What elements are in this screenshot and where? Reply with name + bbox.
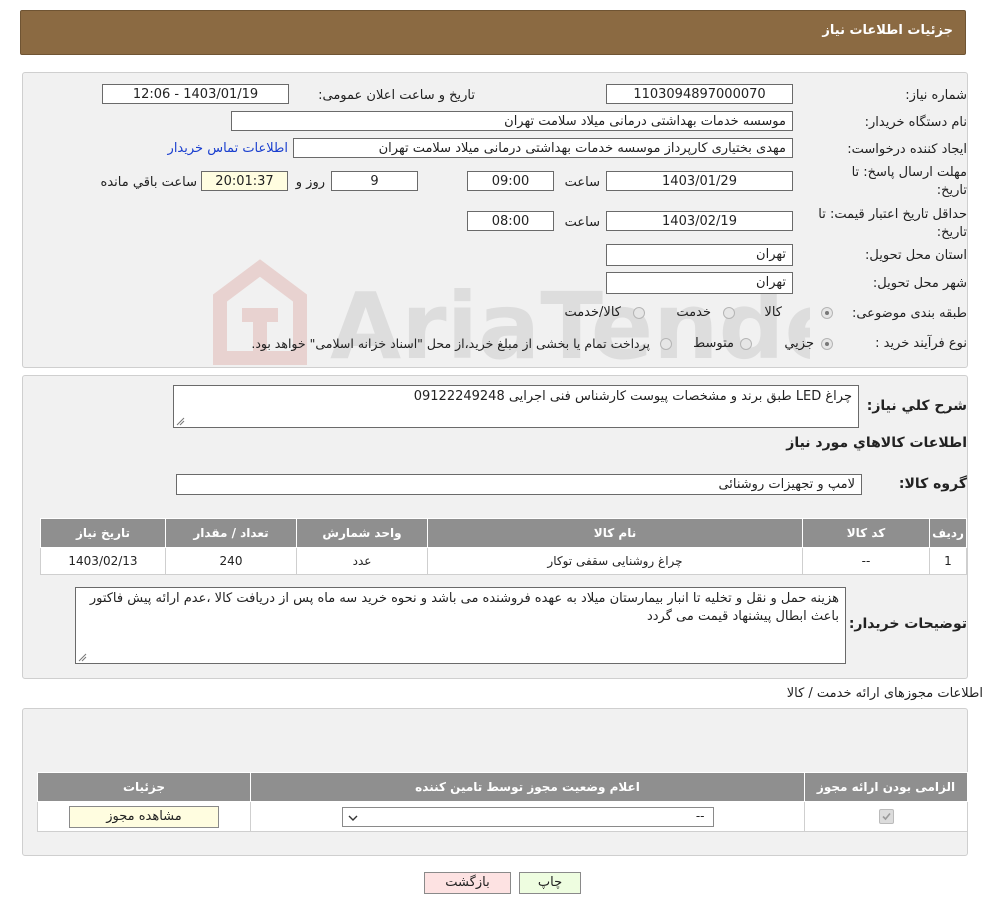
cell-license-details: مشاهده مجوز: [37, 801, 251, 832]
description-textarea[interactable]: چراغ LED طبق برند و مشخصات پیوست کارشناس…: [173, 385, 859, 428]
city-field: تهران: [606, 272, 793, 294]
licenses-table-header: الزامی بودن ارائه مجوز اعلام وضعیت مجوز …: [37, 772, 968, 802]
process-minor-label: جزیي: [784, 336, 814, 351]
deadline-time-field: 09:00: [467, 171, 554, 191]
col-unit: واحد شمارش: [296, 518, 428, 548]
process-minor-radio[interactable]: [821, 338, 833, 350]
process-medium-label: متوسط: [693, 336, 734, 351]
chevron-down-icon: [348, 815, 357, 821]
buyer-notes-text: هزینه حمل و نقل و تخلیه تا انبار بیمارست…: [89, 591, 839, 624]
cell-code: --: [802, 547, 930, 575]
col-code: کد کالا: [802, 518, 930, 548]
col-license-status: اعلام وضعیت مجوز توسط تامین کننده: [250, 772, 805, 802]
announce-date-field: 1403/01/19 - 12:06: [102, 84, 289, 104]
description-label: شرح کلي نیاز:: [866, 398, 967, 414]
days-label: روز و: [295, 175, 325, 190]
goods-table: رديف کد کالا نام کالا واحد شمارش تعداد /…: [40, 518, 967, 575]
cell-date: 1403/02/13: [40, 547, 166, 575]
category-label: طبقه بندی موضوعی:: [851, 306, 967, 321]
resize-handle-icon: [78, 653, 87, 662]
col-license-details: جزئیات: [37, 772, 251, 802]
process-label: نوع فرآیند خرید :: [875, 336, 967, 351]
page-header: جزئیات اطلاعات نیاز: [20, 10, 966, 55]
process-treasury-note: پرداخت تمام یا بخشی از مبلغ خرید،از محل …: [251, 336, 650, 351]
back-button[interactable]: بازگشت: [424, 872, 511, 894]
need-number-label: شماره نیاز:: [905, 88, 967, 103]
cell-license-required: [804, 801, 968, 832]
cell-license-status: --: [250, 801, 805, 832]
process-treasury-checkbox[interactable]: [660, 338, 672, 350]
category-goods-service-label: کالا/خدمت: [564, 305, 621, 320]
license-required-checkbox[interactable]: [878, 809, 894, 824]
col-qty: تعداد / مقدار: [165, 518, 297, 548]
deadline-time-label: ساعت: [564, 175, 600, 190]
validity-time-field: 08:00: [467, 211, 554, 231]
buyer-org-field: موسسه خدمات بهداشتی درمانی میلاد سلامت ت…: [231, 111, 793, 131]
goods-group-label: گروه کالا:: [898, 476, 967, 492]
remaining-time-label: ساعت باقي مانده: [100, 175, 197, 190]
deadline-label: مهلت ارسال پاسخ: تا: [851, 165, 967, 180]
need-number-field: 1103094897000070: [606, 84, 793, 104]
checkmark-icon: [881, 812, 891, 821]
requester-label: ایجاد کننده درخواست:: [847, 142, 967, 157]
category-goods-radio[interactable]: [821, 307, 833, 319]
licenses-title: اطلاعات مجوزهای ارائه خدمت / کالا: [786, 686, 983, 701]
col-date: تاریخ نیاز: [40, 518, 166, 548]
page-title: جزئیات اطلاعات نیاز: [822, 23, 953, 38]
buyer-org-label: نام دستگاه خریدار:: [864, 115, 967, 130]
validity-time-label: ساعت: [564, 215, 600, 230]
goods-table-header: رديف کد کالا نام کالا واحد شمارش تعداد /…: [40, 518, 967, 548]
cell-qty: 240: [165, 547, 297, 575]
table-row: -- مشاهده مجوز: [37, 801, 968, 832]
license-status-select[interactable]: --: [341, 806, 714, 827]
category-goods-service-radio[interactable]: [633, 307, 645, 319]
buyer-notes-label: توضیحات خریدار:: [848, 616, 967, 632]
goods-group-field: لامپ و تجهیزات روشنائی: [176, 474, 862, 495]
city-label: شهر محل تحویل:: [872, 276, 967, 291]
validity-date-label: تاریخ:: [936, 225, 967, 240]
deadline-date-field: 1403/01/29: [606, 171, 793, 191]
goods-info-title: اطلاعات کالاهاي مورد نیاز: [786, 435, 967, 451]
table-row: 1 -- چراغ روشنایی سقفی توکار عدد 240 140…: [40, 547, 967, 575]
days-remaining-field: 9: [331, 171, 418, 191]
col-name: نام کالا: [427, 518, 803, 548]
deadline-date-label: تاریخ:: [936, 183, 967, 198]
validity-date-field: 1403/02/19: [606, 211, 793, 231]
validity-label: حداقل تاریخ اعتبار قیمت: تا: [818, 207, 967, 222]
process-medium-radio[interactable]: [740, 338, 752, 350]
requester-field: مهدی بختیاری کارپرداز موسسه خدمات بهداشت…: [293, 138, 793, 158]
announce-date-label: تاریخ و ساعت اعلان عمومی:: [318, 88, 475, 103]
buyer-contact-link[interactable]: اطلاعات تماس خریدار: [168, 141, 288, 156]
category-goods-label: کالا: [764, 305, 782, 320]
col-license-required: الزامی بودن ارائه مجوز: [804, 772, 968, 802]
province-label: استان محل تحویل:: [865, 248, 967, 263]
buyer-notes-textarea[interactable]: هزینه حمل و نقل و تخلیه تا انبار بیمارست…: [75, 587, 846, 664]
licenses-table: الزامی بودن ارائه مجوز اعلام وضعیت مجوز …: [37, 772, 968, 832]
category-service-label: خدمت: [676, 305, 711, 320]
remaining-time-field: 20:01:37: [201, 171, 288, 191]
province-field: تهران: [606, 244, 793, 266]
col-row: رديف: [929, 518, 967, 548]
cell-row: 1: [929, 547, 967, 575]
print-button[interactable]: چاپ: [519, 872, 581, 894]
category-service-radio[interactable]: [723, 307, 735, 319]
cell-unit: عدد: [296, 547, 428, 575]
description-text: چراغ LED طبق برند و مشخصات پیوست کارشناس…: [413, 389, 852, 404]
cell-name: چراغ روشنایی سقفی توکار: [427, 547, 803, 575]
view-license-button[interactable]: مشاهده مجوز: [69, 805, 219, 828]
license-status-value: --: [695, 808, 705, 823]
resize-handle-icon: [176, 417, 185, 426]
